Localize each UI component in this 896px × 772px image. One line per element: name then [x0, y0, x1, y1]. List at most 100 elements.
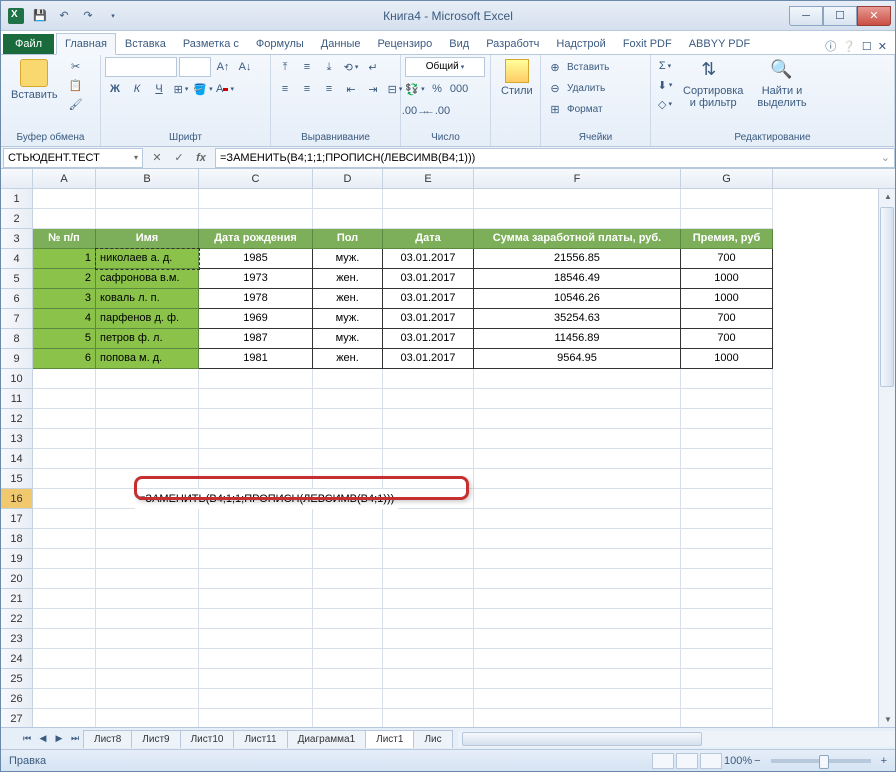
- cell[interactable]: [96, 409, 199, 429]
- cell[interactable]: 700: [681, 309, 773, 329]
- cell[interactable]: [199, 429, 313, 449]
- cell[interactable]: [199, 569, 313, 589]
- row-23[interactable]: 23: [1, 629, 33, 649]
- cell[interactable]: 03.01.2017: [383, 309, 474, 329]
- cell[interactable]: 1981: [199, 349, 313, 369]
- close-button[interactable]: ✕: [857, 6, 891, 26]
- cell[interactable]: [33, 509, 96, 529]
- cell[interactable]: [96, 669, 199, 689]
- cell[interactable]: [96, 629, 199, 649]
- tab-home[interactable]: Главная: [56, 33, 116, 55]
- cell[interactable]: 4: [33, 309, 96, 329]
- cell[interactable]: 1973: [199, 269, 313, 289]
- cut-icon[interactable]: ✂: [66, 57, 86, 75]
- sort-filter-button[interactable]: ⇅ Сортировка и фильтр: [677, 57, 749, 111]
- cell[interactable]: [199, 629, 313, 649]
- cell[interactable]: [383, 469, 474, 489]
- cell[interactable]: [383, 569, 474, 589]
- row-18[interactable]: 18: [1, 529, 33, 549]
- cell[interactable]: [33, 649, 96, 669]
- cell[interactable]: [199, 389, 313, 409]
- format-cells-icon[interactable]: ⊞: [545, 99, 565, 119]
- cell[interactable]: [199, 469, 313, 489]
- cell[interactable]: [313, 669, 383, 689]
- cell[interactable]: 03.01.2017: [383, 329, 474, 349]
- last-sheet-icon[interactable]: ⏭: [67, 731, 83, 747]
- insert-cells-icon[interactable]: ⊕: [545, 57, 565, 77]
- cell[interactable]: 21556.85: [474, 249, 681, 269]
- cell[interactable]: [474, 589, 681, 609]
- row-22[interactable]: 22: [1, 609, 33, 629]
- cell[interactable]: сафронова в.м.: [96, 269, 199, 289]
- cell[interactable]: 3: [33, 289, 96, 309]
- cell[interactable]: [33, 209, 96, 229]
- name-box[interactable]: СТЬЮДЕНТ.ТЕСТ: [3, 148, 143, 168]
- scroll-down-icon[interactable]: ▼: [884, 715, 892, 724]
- prev-sheet-icon[interactable]: ◀: [35, 731, 51, 747]
- cell[interactable]: 1985: [199, 249, 313, 269]
- zoom-in-icon[interactable]: +: [881, 755, 887, 767]
- cell[interactable]: Пол: [313, 229, 383, 249]
- row-6[interactable]: 6: [1, 289, 33, 309]
- cell[interactable]: [199, 409, 313, 429]
- row-25[interactable]: 25: [1, 669, 33, 689]
- cell[interactable]: [96, 429, 199, 449]
- formula-input[interactable]: =ЗАМЕНИТЬ(B4;1;1;ПРОПИСН(ЛЕВСИМВ(B4;1)))…: [215, 148, 895, 168]
- align-center-icon[interactable]: ≡: [297, 79, 317, 99]
- zoom-out-icon[interactable]: −: [754, 755, 760, 767]
- cell[interactable]: [33, 369, 96, 389]
- cell[interactable]: [313, 449, 383, 469]
- autosum-icon[interactable]: Σ: [655, 57, 675, 75]
- row-4[interactable]: 4: [1, 249, 33, 269]
- align-right-icon[interactable]: ≡: [319, 79, 339, 99]
- row-10[interactable]: 10: [1, 369, 33, 389]
- grow-font-icon[interactable]: A↑: [213, 57, 233, 77]
- cell[interactable]: [383, 449, 474, 469]
- sheet-tab[interactable]: Лист8: [83, 730, 132, 748]
- cell[interactable]: [96, 369, 199, 389]
- align-left-icon[interactable]: ≡: [275, 79, 295, 99]
- cell[interactable]: 1: [33, 249, 96, 269]
- cell[interactable]: [33, 449, 96, 469]
- cell[interactable]: парфенов д. ф.: [96, 309, 199, 329]
- tab-data[interactable]: Данные: [313, 34, 369, 54]
- cell[interactable]: [383, 689, 474, 709]
- hscroll-thumb[interactable]: [462, 732, 702, 746]
- row-21[interactable]: 21: [1, 589, 33, 609]
- row-20[interactable]: 20: [1, 569, 33, 589]
- cell[interactable]: Имя: [96, 229, 199, 249]
- cell[interactable]: [474, 529, 681, 549]
- cell[interactable]: [33, 689, 96, 709]
- row-24[interactable]: 24: [1, 649, 33, 669]
- cell[interactable]: 1987: [199, 329, 313, 349]
- cell[interactable]: 35254.63: [474, 309, 681, 329]
- cell[interactable]: 6: [33, 349, 96, 369]
- fill-color-icon[interactable]: 🪣: [193, 79, 213, 99]
- cell[interactable]: [474, 509, 681, 529]
- cell[interactable]: жен.: [313, 269, 383, 289]
- cell[interactable]: [96, 649, 199, 669]
- cell[interactable]: [383, 189, 474, 209]
- cell[interactable]: [199, 709, 313, 727]
- cell[interactable]: 10546.26: [474, 289, 681, 309]
- cell[interactable]: [383, 409, 474, 429]
- save-icon[interactable]: 💾: [29, 5, 51, 27]
- bold-icon[interactable]: Ж: [105, 79, 125, 99]
- cell[interactable]: 1978: [199, 289, 313, 309]
- cell[interactable]: [474, 409, 681, 429]
- indent-inc-icon[interactable]: ⇥: [363, 79, 383, 99]
- sheet-tab[interactable]: Лист9: [131, 730, 180, 748]
- cell[interactable]: [474, 369, 681, 389]
- maximize-button[interactable]: ☐: [823, 6, 857, 26]
- cell[interactable]: [199, 209, 313, 229]
- cell[interactable]: [681, 609, 773, 629]
- clear-icon[interactable]: ◇: [655, 95, 675, 113]
- cell[interactable]: 5: [33, 329, 96, 349]
- col-F[interactable]: F: [474, 169, 681, 188]
- cell[interactable]: [199, 549, 313, 569]
- fill-icon[interactable]: ⬇: [655, 76, 675, 94]
- cell[interactable]: [96, 389, 199, 409]
- cell[interactable]: [681, 629, 773, 649]
- tab-view[interactable]: Вид: [441, 34, 477, 54]
- cell[interactable]: [96, 589, 199, 609]
